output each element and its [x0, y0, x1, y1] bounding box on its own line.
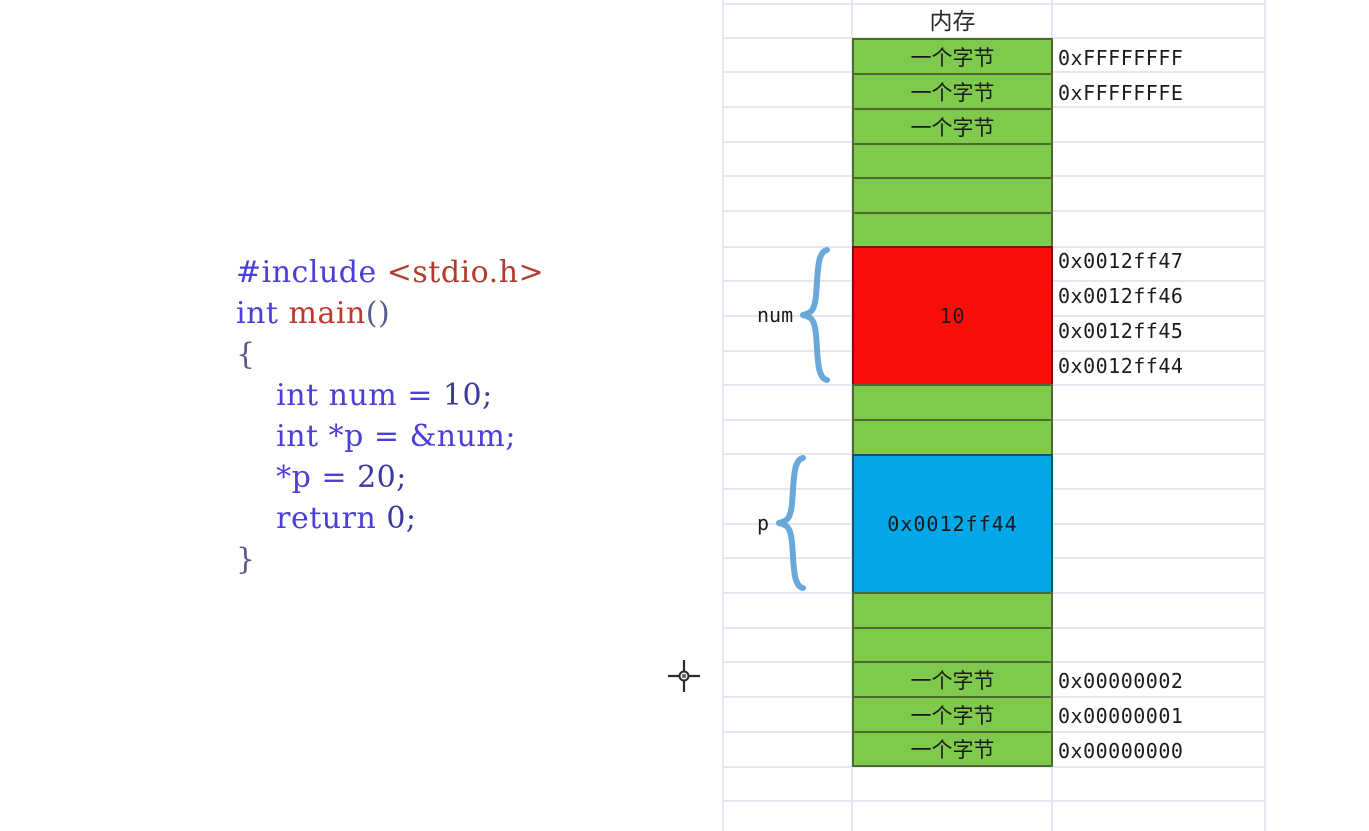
variable-name-label: num — [757, 303, 794, 327]
address-label-0012ff46: 0x0012ff46 — [1058, 284, 1184, 308]
memory-cell-label: 一个字节 — [910, 45, 995, 70]
byte-cell-top-5 — [852, 177, 1053, 212]
address-label-00000000: 0x00000000 — [1058, 739, 1184, 763]
code-token: return — [236, 501, 387, 536]
byte-cell-top-3: 一个字节 — [852, 108, 1053, 143]
byte-cell-top-6 — [852, 212, 1053, 246]
address-label-00000002: 0x00000002 — [1058, 669, 1184, 693]
code-token: 20; — [357, 460, 407, 495]
address-label-ffffffff: 0xFFFFFFFF — [1058, 46, 1184, 70]
byte-cell-mid-2 — [852, 419, 1053, 454]
memory-column-title: 内存 — [929, 9, 976, 35]
memory-cell-label: 一个字节 — [910, 80, 995, 105]
variable-brace-num: num — [757, 246, 833, 384]
crosshair-cursor — [667, 659, 701, 693]
curly-brace-icon — [776, 455, 807, 591]
code-line-6: *p = 20; — [236, 457, 544, 498]
grid-column-line-3 — [1264, 0, 1266, 831]
byte-cell-low-2 — [852, 627, 1053, 661]
code-line-4: int num = 10; — [236, 375, 544, 416]
code-token: #include — [236, 255, 387, 290]
grid-row-line-23 — [722, 800, 1266, 802]
code-token: <stdio.h> — [386, 255, 545, 290]
byte-cell-top-4 — [852, 143, 1053, 177]
memory-cell-label: 一个字节 — [910, 668, 995, 693]
variable-name-label: p — [757, 511, 770, 535]
address-label-0012ff45: 0x0012ff45 — [1058, 319, 1184, 343]
byte-cell-00000002: 一个字节 — [852, 661, 1053, 696]
code-token: () — [365, 296, 391, 331]
code-token: } — [236, 542, 256, 577]
variable-cell-p: 0x0012ff44 — [852, 454, 1053, 592]
byte-cell-mid-1 — [852, 384, 1053, 419]
address-label-00000001: 0x00000001 — [1058, 704, 1184, 728]
code-line-5: int *p = &num; — [236, 416, 544, 457]
memory-column: 一个字节 一个字节 一个字节 10 0x0012ff44 一个字节 一个字节 一个字节 — [852, 38, 1053, 767]
address-label-0012ff47: 0x0012ff47 — [1058, 249, 1184, 273]
byte-cell-00000001: 一个字节 — [852, 696, 1053, 731]
memory-cell-label: 一个字节 — [910, 115, 995, 140]
memory-cell-label: 0x0012ff44 — [887, 512, 1018, 536]
grid-column-line-0 — [722, 0, 724, 831]
variable-cell-num: 10 — [852, 246, 1053, 384]
code-line-3: { — [236, 334, 544, 375]
code-token: int *p = &num; — [236, 419, 516, 454]
code-token: main — [288, 296, 366, 331]
memory-cell-label: 一个字节 — [910, 738, 995, 762]
code-line-1: #include <stdio.h> — [236, 252, 544, 293]
address-label-fffffffe: 0xFFFFFFFE — [1058, 81, 1184, 105]
memory-cell-label: 一个字节 — [910, 703, 995, 728]
memory-cell-label: 10 — [939, 304, 966, 328]
byte-cell-fffffffe: 一个字节 — [852, 73, 1053, 108]
code-line-7: return 0; — [236, 498, 544, 539]
address-label-0012ff44: 0x0012ff44 — [1058, 354, 1184, 378]
code-token: 10; — [442, 378, 493, 413]
code-line-2: int main() — [236, 293, 544, 334]
curly-brace-icon — [800, 247, 831, 383]
code-line-8: } — [236, 539, 544, 580]
byte-cell-00000000: 一个字节 — [852, 731, 1053, 767]
code-token: *p = — [236, 460, 358, 495]
code-token: int num = — [236, 378, 443, 413]
source-code-block: #include <stdio.h> int main(){ int num = … — [236, 252, 544, 580]
variable-brace-p: p — [757, 454, 809, 592]
byte-cell-ffffffff: 一个字节 — [852, 38, 1053, 73]
code-token: 0; — [386, 501, 417, 536]
code-token: { — [236, 337, 256, 372]
code-token: int — [236, 296, 289, 331]
byte-cell-low-1 — [852, 592, 1053, 627]
